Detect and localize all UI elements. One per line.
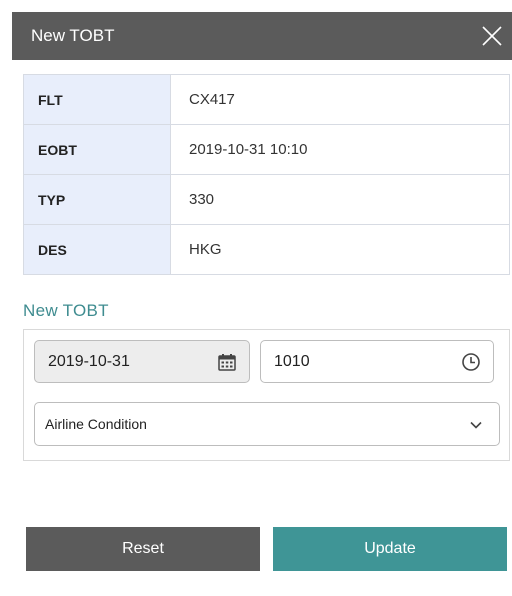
time-field[interactable]: 1010 (260, 340, 494, 383)
dialog-header: New TOBT (12, 12, 512, 60)
new-tobt-form: 2019-10-31 1010 Airline Condition (23, 329, 510, 461)
table-row: DES HKG (23, 224, 510, 275)
flt-label: FLT (23, 74, 171, 125)
clock-icon[interactable] (461, 352, 481, 372)
typ-value: 330 (170, 174, 510, 225)
eobt-value: 2019-10-31 10:10 (170, 124, 510, 175)
reset-button[interactable]: Reset (26, 527, 260, 571)
typ-label: TYP (23, 174, 171, 225)
new-tobt-section-title: New TOBT (23, 301, 109, 320)
update-button[interactable]: Update (273, 527, 507, 571)
eobt-label: EOBT (23, 124, 171, 175)
table-row: TYP 330 (23, 174, 510, 225)
des-value: HKG (170, 224, 510, 275)
time-value: 1010 (274, 352, 310, 370)
condition-value: Airline Condition (45, 416, 147, 432)
date-value: 2019-10-31 (48, 352, 130, 370)
flt-value: CX417 (170, 74, 510, 125)
table-row: FLT CX417 (23, 74, 510, 125)
condition-select[interactable]: Airline Condition (34, 402, 500, 446)
flight-info-table: FLT CX417 EOBT 2019-10-31 10:10 TYP 330 … (23, 74, 510, 275)
calendar-icon[interactable] (217, 352, 237, 372)
table-row: EOBT 2019-10-31 10:10 (23, 124, 510, 175)
dialog-title: New TOBT (31, 26, 115, 45)
close-icon[interactable] (480, 24, 504, 48)
date-field[interactable]: 2019-10-31 (34, 340, 250, 383)
chevron-down-icon (469, 418, 483, 432)
des-label: DES (23, 224, 171, 275)
